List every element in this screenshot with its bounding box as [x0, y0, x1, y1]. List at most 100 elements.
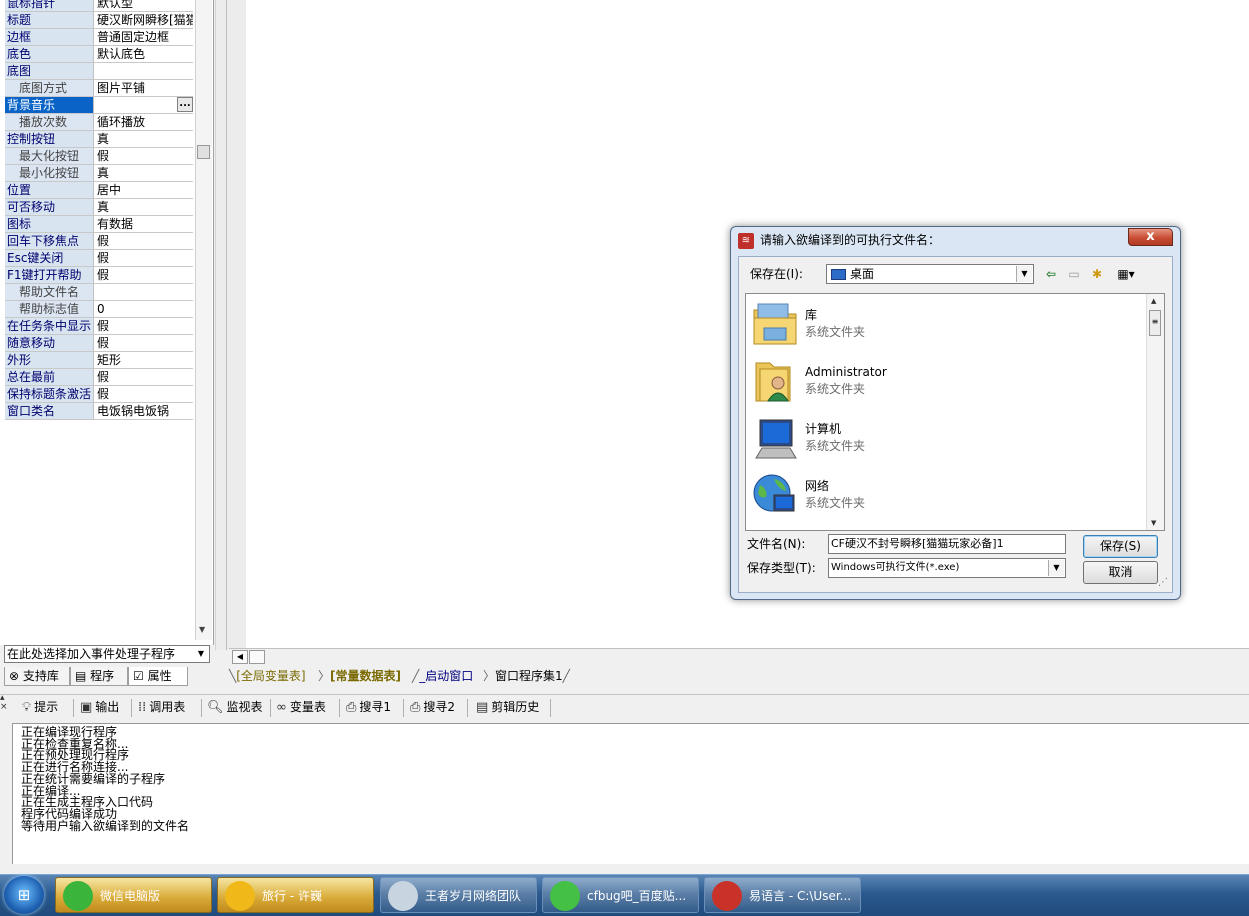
save-button[interactable]: 保存(S)	[1083, 535, 1158, 558]
taskbar-item[interactable]: 王者岁月网络团队	[380, 877, 537, 913]
property-row[interactable]: 随意移动假	[5, 335, 193, 352]
tab-watch[interactable]: 🔍︎ 监视表	[207, 697, 263, 717]
new-folder-icon[interactable]: ✱	[1088, 265, 1106, 283]
property-row[interactable]: 底色 默认底色	[5, 46, 193, 63]
tab-startup-window[interactable]: ╱_启动窗口	[412, 667, 473, 686]
filename-input[interactable]: CF硬汉不封号瞬移[猫猫玩家必备]1	[828, 534, 1066, 554]
property-value[interactable]: 假	[97, 335, 193, 351]
property-value[interactable]: 真	[97, 165, 193, 181]
browse-button[interactable]: ...	[177, 97, 193, 112]
taskbar-item[interactable]: 易语言 - C:\User...	[704, 877, 861, 913]
close-button[interactable]: x	[1128, 228, 1173, 246]
start-button[interactable]: ⊞	[4, 876, 44, 914]
property-row[interactable]: 鼠标指针 默认型	[5, 0, 193, 12]
tab-call-stack[interactable]: ⁞⁞ 调用表	[138, 697, 185, 717]
tab-search2[interactable]: ⎙ 搜寻2	[410, 697, 455, 717]
scroll-up-arrow-icon[interactable]: ▲	[1151, 297, 1156, 305]
property-value[interactable]: 假	[97, 318, 193, 334]
scroll-thumb[interactable]	[197, 145, 210, 159]
property-value[interactable]: 假	[97, 386, 193, 402]
property-value[interactable]: 假	[97, 233, 193, 249]
list-item[interactable]: 网络 系统文件夹	[750, 469, 1130, 523]
list-item[interactable]: Administrator 系统文件夹	[750, 355, 1130, 409]
list-item[interactable]: 计算机 系统文件夹	[750, 412, 1130, 466]
list-item[interactable]: 库 系统文件夹	[750, 298, 1130, 352]
scroll-thumb[interactable]: ≡	[1149, 310, 1161, 336]
property-value[interactable]: 真	[97, 199, 193, 215]
property-value[interactable]: 假	[97, 369, 193, 385]
property-row[interactable]: 播放次数 循环播放	[5, 114, 193, 131]
property-value[interactable]: 居中	[97, 182, 193, 198]
property-value[interactable]: 有数据	[97, 216, 193, 232]
tab-support-library[interactable]: ⊗ 支持库	[4, 667, 70, 686]
property-value[interactable]: 假	[97, 250, 193, 266]
property-row[interactable]: 最小化按钮真	[5, 165, 193, 182]
tab-search1[interactable]: ⎙ 搜寻1	[346, 697, 391, 717]
tab-output[interactable]: ▣ 输出	[80, 697, 119, 717]
tab-hint[interactable]: 💡︎ 提示	[22, 697, 58, 717]
splitter[interactable]	[215, 0, 247, 650]
property-row[interactable]: 在任务条中显示假	[5, 318, 193, 335]
tab-constants[interactable]: 〉[常量数据表]	[318, 667, 401, 686]
tab-properties[interactable]: ☑ 属性	[128, 667, 188, 686]
property-row[interactable]: 边框 普通固定边框	[5, 29, 193, 46]
property-value[interactable]: 图片平铺	[97, 80, 193, 96]
property-row[interactable]: 总在最前假	[5, 369, 193, 386]
property-row[interactable]: 底图	[5, 63, 193, 80]
property-row[interactable]: 背景音乐...	[5, 97, 193, 114]
property-value[interactable]: 普通固定边框	[97, 29, 193, 45]
filetype-select[interactable]: Windows可执行文件(*.exe) ▼	[828, 558, 1066, 578]
scroll-down-arrow-icon[interactable]: ▼	[199, 625, 205, 634]
taskbar-item[interactable]: 旅行 - 许巍	[217, 877, 374, 913]
property-value[interactable]: 真	[97, 131, 193, 147]
property-row[interactable]: 可否移动真	[5, 199, 193, 216]
cancel-button[interactable]: 取消	[1083, 561, 1158, 584]
property-value[interactable]: 0	[97, 301, 193, 317]
property-value[interactable]: 矩形	[97, 352, 193, 368]
property-row[interactable]: 帮助标志值 0	[5, 301, 193, 318]
property-row[interactable]: 保持标题条激活假	[5, 386, 193, 403]
property-row[interactable]: 位置 居中	[5, 182, 193, 199]
save-in-combo[interactable]: 桌面 ▼	[826, 264, 1034, 284]
back-arrow-icon[interactable]: ⇦	[1042, 265, 1060, 283]
property-row[interactable]: 窗口类名 电饭锅电饭锅	[5, 403, 193, 420]
property-value[interactable]: 默认底色	[97, 46, 193, 62]
tab-program[interactable]: ▤ 程序	[70, 667, 128, 686]
taskbar-item[interactable]: 微信电脑版	[55, 877, 212, 913]
tab-clip-history[interactable]: ▤ 剪辑历史	[476, 697, 539, 717]
property-scrollbar[interactable]: ▼	[195, 0, 212, 640]
chevron-down-icon[interactable]: ▼	[1048, 560, 1064, 576]
property-row[interactable]: F1键打开帮助假	[5, 267, 193, 284]
property-row[interactable]: 控制按钮真	[5, 131, 193, 148]
property-row[interactable]: 图标 有数据	[5, 216, 193, 233]
editor-horizontal-scrollbar[interactable]: ◀	[229, 648, 1249, 665]
chevron-down-icon[interactable]: ▼	[1016, 266, 1032, 282]
property-value[interactable]: 假	[97, 267, 193, 283]
scroll-down-arrow-icon[interactable]: ▼	[1151, 519, 1156, 527]
property-row[interactable]: Esc键关闭假	[5, 250, 193, 267]
up-folder-icon[interactable]: ▭	[1065, 265, 1083, 283]
view-menu-icon[interactable]: ▦▾	[1111, 265, 1141, 283]
taskbar-item[interactable]: cfbug吧_百度贴...	[542, 877, 699, 913]
property-row[interactable]: 帮助文件名	[5, 284, 193, 301]
property-row[interactable]: 标题 硬汉断网瞬移[猫猫	[5, 12, 193, 29]
property-value[interactable]: 默认型	[97, 0, 193, 11]
panel-pin-icon[interactable]: ▴ ×	[0, 694, 11, 722]
property-row[interactable]: 最大化按钮假	[5, 148, 193, 165]
tab-global-vars[interactable]: ╲[全局变量表]	[229, 667, 306, 686]
property-row[interactable]: 回车下移焦点假	[5, 233, 193, 250]
chevron-down-icon[interactable]: ▼	[194, 647, 208, 661]
scroll-left-arrow-icon[interactable]: ◀	[232, 650, 248, 664]
output-log[interactable]: 正在编译现行程序 正在检查重复名称... 正在预处理现行程序 正在进行名称连接... 正…	[12, 723, 1249, 864]
property-row[interactable]: 底图方式 图片平铺	[5, 80, 193, 97]
property-value[interactable]: 循环播放	[97, 114, 193, 130]
tab-window-assembly[interactable]: 〉窗口程序集1╱	[483, 667, 570, 686]
scroll-thumb[interactable]	[249, 650, 265, 664]
property-value[interactable]: 假	[97, 148, 193, 164]
property-row[interactable]: 外形 矩形	[5, 352, 193, 369]
file-list[interactable]: 库 系统文件夹 Administrator 系统文件夹 计算机 系统文件夹 网络…	[745, 293, 1165, 531]
file-list-scrollbar[interactable]: ▲ ≡ ▼	[1146, 294, 1164, 530]
resize-grip-icon[interactable]: ⋰	[1158, 577, 1168, 588]
event-handler-select[interactable]: 在此处选择加入事件处理子程序 ▼	[4, 645, 210, 663]
property-value[interactable]: 硬汉断网瞬移[猫猫	[97, 12, 193, 28]
